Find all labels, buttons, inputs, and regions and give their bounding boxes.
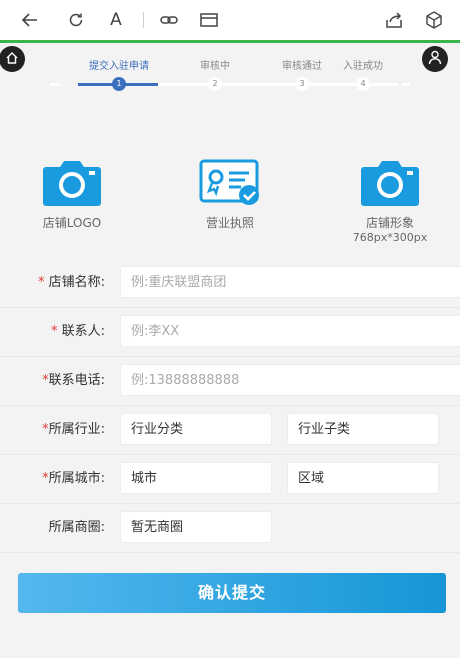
shop-name-placeholder: 例:重庆联盟商团 (131, 275, 227, 290)
cube-icon[interactable] (422, 8, 446, 32)
city-label: *所属城市: (42, 471, 105, 486)
step-line (402, 83, 410, 86)
link-icon[interactable] (157, 8, 181, 32)
card-icon[interactable] (197, 8, 221, 32)
step-label-approved: 审核通过 (282, 61, 322, 72)
logo-upload[interactable]: 店铺LOGO (12, 157, 132, 231)
banner-size-hint: 768px*300px (352, 231, 428, 244)
progress-steps: 提交入驻申请 审核中 审核通过 入驻成功 1 2 3 4 (50, 50, 410, 100)
shop-name-row: * 店铺名称: 例:重庆联盟商团 (0, 258, 460, 308)
required-mark: * (37, 275, 45, 290)
refresh-icon[interactable] (64, 8, 88, 32)
city-select[interactable]: 城市 (120, 462, 272, 494)
step-line (50, 83, 60, 86)
camera-icon (360, 159, 420, 211)
banner-upload[interactable]: 店铺形象 768px*300px (330, 157, 450, 245)
contact-placeholder: 例:李XX (131, 324, 180, 339)
business-district-label: 所属商圈: (48, 520, 105, 535)
contact-row: * 联系人: 例:李XX (0, 307, 460, 357)
step-dot-2: 2 (208, 77, 222, 91)
shop-name-label: * 店铺名称: (37, 275, 105, 290)
user-icon (427, 49, 443, 69)
industry-subcategory-select[interactable]: 行业子类 (287, 413, 439, 445)
contact-label: * 联系人: (50, 324, 105, 339)
contact-input[interactable]: 例:李XX (120, 315, 460, 347)
step-dot-3: 3 (295, 77, 309, 91)
home-icon (5, 50, 19, 69)
step-label-success: 入驻成功 (343, 61, 383, 72)
toolbar-divider (143, 12, 144, 28)
phone-row: *联系电话: 例:13888888888 (0, 356, 460, 406)
phone-placeholder: 例:13888888888 (131, 373, 240, 388)
required-mark: * (50, 324, 58, 339)
text-size-icon[interactable]: A (104, 8, 128, 32)
logo-upload-label: 店铺LOGO (42, 216, 102, 230)
business-district-row: 所属商圈: 暂无商圈 (0, 503, 460, 553)
city-row: *所属城市: 城市 区域 (0, 454, 460, 504)
banner-upload-label: 店铺形象 (365, 216, 414, 230)
district-area-select[interactable]: 区域 (287, 462, 439, 494)
industry-row: *所属行业: 行业分类 行业子类 (0, 405, 460, 455)
phone-input[interactable]: 例:13888888888 (120, 364, 460, 396)
user-button[interactable] (422, 46, 448, 72)
business-district-select[interactable]: 暂无商圈 (120, 511, 272, 543)
shop-name-input[interactable]: 例:重庆联盟商团 (120, 266, 460, 298)
license-upload[interactable]: 营业执照 (170, 157, 290, 231)
browser-toolbar: A (0, 0, 460, 43)
license-upload-label: 营业执照 (205, 216, 254, 230)
step-label-reviewing: 审核中 (200, 61, 230, 72)
phone-label: *联系电话: (42, 373, 105, 388)
certificate-icon (199, 159, 261, 211)
submit-button[interactable]: 确认提交 (18, 573, 446, 613)
step-dot-1: 1 (112, 77, 126, 91)
industry-label: *所属行业: (42, 422, 105, 437)
industry-category-select[interactable]: 行业分类 (120, 413, 272, 445)
home-button[interactable] (0, 46, 25, 72)
camera-icon (42, 159, 102, 211)
share-icon[interactable] (382, 8, 406, 32)
back-arrow-icon[interactable] (18, 8, 42, 32)
step-dot-4: 4 (356, 77, 370, 91)
step-label-submit: 提交入驻申请 (89, 61, 149, 72)
